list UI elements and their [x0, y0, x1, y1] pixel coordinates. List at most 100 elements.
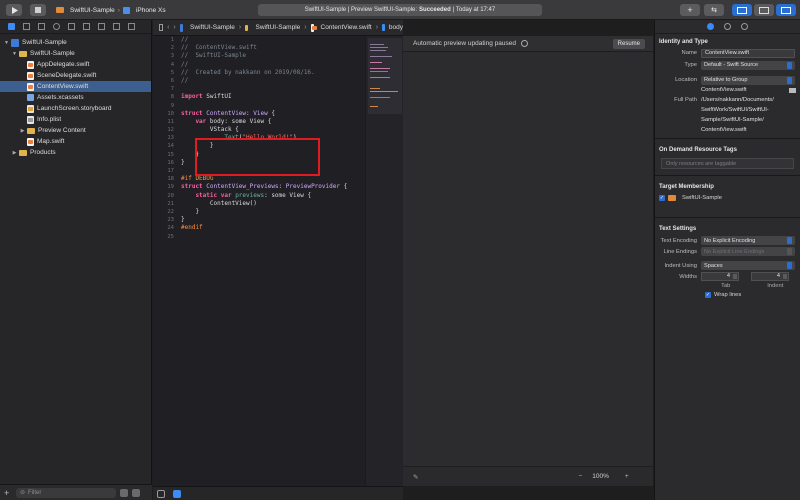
- fullpath-row: ContentView.swift: [655, 125, 800, 135]
- line-number: 11: [167, 118, 174, 125]
- checkbox[interactable]: ✓: [705, 292, 711, 298]
- scheme-name: SwiftUI-Sample: [70, 6, 115, 14]
- disclosure-closed-icon[interactable]: ▶: [19, 128, 26, 134]
- line-number: 21: [167, 200, 174, 207]
- list-item[interactable]: ▼ SwiftUI-Sample: [0, 37, 151, 48]
- line-endings-popup[interactable]: No Explicit Line Endings: [701, 247, 795, 256]
- find-icon[interactable]: [53, 23, 60, 30]
- source-control-icon[interactable]: [23, 23, 30, 30]
- quick-help-icon[interactable]: [741, 23, 748, 30]
- indent-width-stepper[interactable]: 4: [751, 272, 789, 281]
- source-control-filter-icon[interactable]: [132, 488, 140, 497]
- scheme-selector[interactable]: SwiftUI-Sample › iPhone Xs: [56, 5, 166, 15]
- wrap-lines-row[interactable]: ✓ Wrap lines: [655, 290, 800, 300]
- list-item[interactable]: Info.plist: [0, 114, 151, 125]
- location-popup[interactable]: Relative to Group: [701, 75, 795, 85]
- preview-notice: Automatic preview updating paused: [413, 40, 516, 47]
- list-item[interactable]: ContentView.swift: [0, 81, 151, 92]
- toggle-inspector-button[interactable]: [776, 4, 796, 16]
- list-item[interactable]: Assets.xcassets: [0, 92, 151, 103]
- encoding-popup[interactable]: No Explicit Encoding: [701, 236, 795, 245]
- file-inspector-icon[interactable]: [707, 23, 714, 30]
- report-icon[interactable]: [128, 23, 135, 30]
- toggle-debug-area-button[interactable]: [754, 4, 774, 16]
- code-text[interactable]: // // ContentView.swift // SwiftUI-Sampl…: [181, 36, 365, 233]
- breadcrumb[interactable]: ContentView.swift: [321, 24, 372, 31]
- breadcrumb[interactable]: SwiftUI-Sample: [190, 24, 235, 31]
- tags-field[interactable]: Only resources are taggable: [661, 158, 794, 169]
- breakpoint-toggle-icon[interactable]: [173, 489, 181, 498]
- list-item[interactable]: AppDelegate.swift: [0, 59, 151, 70]
- type-row: Type Default - Swift Source: [655, 60, 800, 70]
- name-field[interactable]: ContentView.swift: [701, 48, 795, 58]
- minimap-line: [370, 56, 392, 57]
- code-token: {: [339, 183, 348, 191]
- list-item[interactable]: ▶ Products: [0, 147, 151, 158]
- toggle-navigator-button[interactable]: [732, 4, 752, 16]
- list-item[interactable]: Map.swift: [0, 136, 151, 147]
- minimap[interactable]: [365, 36, 403, 486]
- checkbox[interactable]: ✓: [659, 195, 665, 201]
- folder-icon[interactable]: [8, 23, 15, 30]
- run-button[interactable]: [6, 4, 22, 16]
- test-icon[interactable]: [83, 23, 90, 30]
- indent-popup[interactable]: Spaces: [701, 261, 795, 270]
- library-button[interactable]: +: [680, 4, 700, 16]
- debug-area-icon[interactable]: [157, 489, 165, 498]
- code-line: // SwiftUI-Sample: [181, 52, 247, 60]
- line-number: 3: [170, 53, 174, 60]
- debug-icon[interactable]: [98, 23, 105, 30]
- type-token: ContentView_Previews: [202, 183, 279, 191]
- folder-icon: [27, 127, 35, 134]
- code-area[interactable]: 1 2 3 4 5 6 7 8 9 10 11 12 13 14 15 16 1…: [153, 36, 365, 486]
- zoom-level: 100%: [592, 473, 609, 480]
- add-icon[interactable]: +: [4, 488, 12, 497]
- list-item[interactable]: SceneDelegate.swift: [0, 70, 151, 81]
- forward-icon[interactable]: ›: [173, 24, 175, 31]
- related-items-icon[interactable]: [159, 24, 164, 31]
- stop-button[interactable]: [30, 4, 46, 16]
- plist-icon: [27, 115, 34, 124]
- info-icon[interactable]: [520, 40, 528, 47]
- device-icon: [122, 6, 130, 14]
- divider: [655, 138, 800, 139]
- pin-icon[interactable]: ✎: [413, 473, 418, 481]
- code-line: // Created by nakkann on 2019/08/16.: [181, 68, 315, 76]
- fullpath-row: Sample/SwiftUI-Sample/: [655, 115, 800, 125]
- disclosure-open-icon[interactable]: ▼: [11, 51, 18, 57]
- recent-files-icon[interactable]: [120, 488, 128, 497]
- preview-canvas[interactable]: [403, 36, 653, 466]
- wrap-lines-label: Wrap lines: [714, 292, 742, 298]
- list-item[interactable]: ▶ Preview Content: [0, 125, 151, 136]
- field-label: Full Path: [674, 97, 697, 103]
- issue-icon[interactable]: [68, 23, 75, 30]
- divider: [655, 175, 800, 176]
- symbol-icon[interactable]: [38, 23, 45, 30]
- breadcrumb[interactable]: body: [389, 24, 403, 31]
- code-line: ContentView(): [181, 199, 257, 207]
- disclosure-open-icon[interactable]: ▼: [3, 40, 10, 46]
- zoom-in-button[interactable]: +: [625, 473, 629, 480]
- code-line: static var previews: some View {: [181, 192, 365, 200]
- status-prefix: SwiftUI-Sample | Preview SwiftUI-Sample:: [304, 7, 418, 13]
- breakpoint-icon[interactable]: [113, 23, 120, 30]
- zoom-out-button[interactable]: −: [578, 473, 582, 480]
- disclosure-closed-icon[interactable]: ▶: [11, 150, 18, 156]
- filter-input[interactable]: ⊜ Filter: [16, 487, 116, 498]
- type-popup[interactable]: Default - Swift Source: [701, 60, 795, 70]
- target-checkbox-row[interactable]: ✓ SwiftUI-Sample: [655, 193, 800, 203]
- folder-reveal-icon[interactable]: [789, 87, 796, 93]
- breadcrumb[interactable]: SwiftUI-Sample: [255, 24, 300, 31]
- code-review-button[interactable]: ⇆: [704, 4, 724, 16]
- resume-button[interactable]: Resume: [612, 39, 645, 49]
- fullpath-line: SwiftWork/SwiftUI/SwiftUI-: [701, 107, 769, 113]
- tab-width-stepper[interactable]: 4: [701, 272, 739, 281]
- list-item[interactable]: LaunchScreen.storyboard: [0, 103, 151, 114]
- scheme-app-icon: [56, 7, 64, 13]
- back-icon[interactable]: ‹: [167, 24, 169, 31]
- chevron-right-icon: ›: [117, 6, 120, 14]
- history-inspector-icon[interactable]: [724, 23, 731, 30]
- section-title: Target Membership: [659, 184, 714, 190]
- line-number: 10: [167, 110, 174, 117]
- list-item[interactable]: ▼ SwiftUI-Sample: [0, 48, 151, 59]
